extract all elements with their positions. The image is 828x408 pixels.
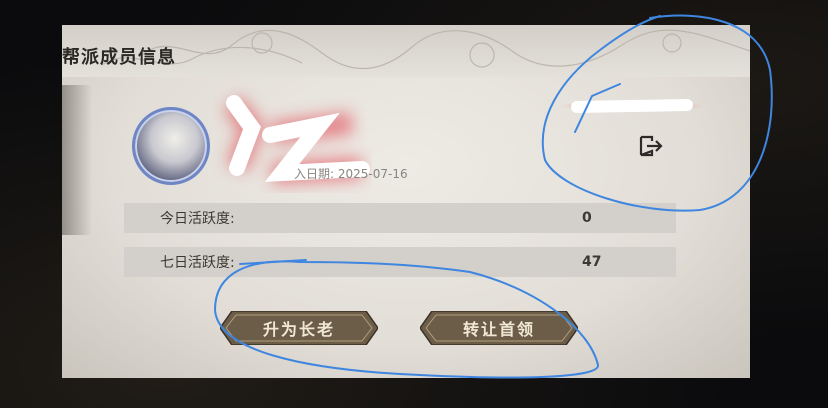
stat-value: 0 (582, 210, 592, 226)
panel-title: 帮派成员信息 (62, 47, 176, 68)
exit-icon (639, 135, 663, 157)
member-info-panel: 帮派成员信息 入日期: 2025-07-16 今日活跃度: 0 七日活跃度: 4… (62, 25, 750, 378)
promote-elder-button[interactable]: 升为长老 (220, 311, 378, 345)
stat-label: 今日活跃度: (160, 211, 235, 227)
leave-guild-button[interactable] (636, 133, 666, 159)
stat-row-week-activity: 七日活跃度: 47 (124, 247, 676, 277)
button-label: 转让首领 (462, 320, 535, 339)
button-label: 升为长老 (262, 320, 335, 339)
join-date: 入日期: 2025-07-16 (294, 167, 408, 181)
stat-row-today-activity: 今日活跃度: 0 (124, 203, 676, 233)
stat-label: 七日活跃度: (160, 255, 235, 271)
redacted-member-id (571, 95, 693, 117)
panel-edge-wear (62, 85, 92, 235)
transfer-leader-button[interactable]: 转让首领 (420, 311, 578, 345)
stat-value: 47 (582, 254, 602, 270)
member-avatar[interactable] (132, 107, 210, 185)
panel-header: 帮派成员信息 (62, 25, 750, 77)
